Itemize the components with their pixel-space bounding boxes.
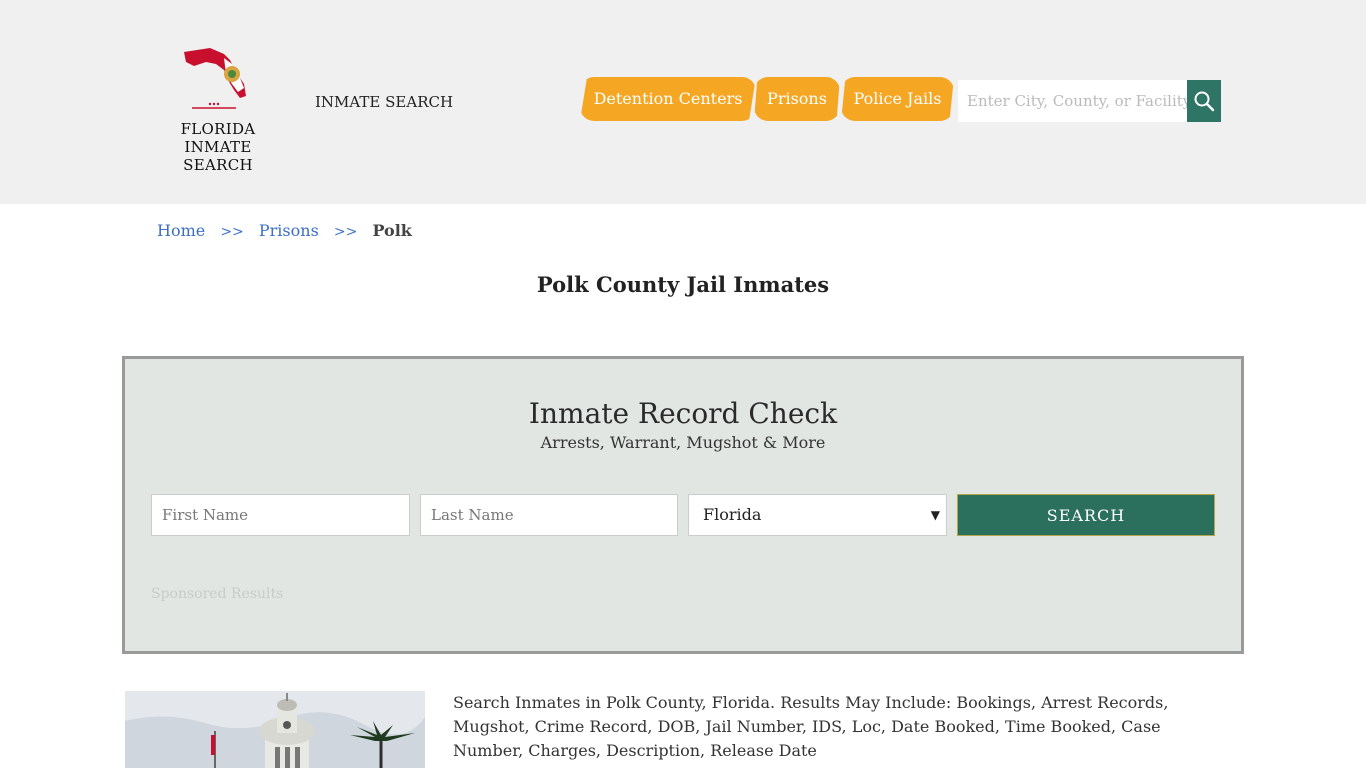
facility-search-input[interactable] (958, 80, 1188, 122)
panel-title: Inmate Record Check (528, 397, 838, 430)
page-title: Polk County Jail Inmates (536, 272, 830, 297)
chevron-down-icon: ▼ (930, 508, 940, 522)
logo-text: FLORIDA INMATE SEARCH (148, 120, 288, 174)
state-selected-value: Florida (703, 505, 762, 524)
site-logo[interactable]: FLORIDA INMATE SEARCH (148, 44, 288, 174)
magnifier-icon (1194, 91, 1215, 112)
record-search-button[interactable]: SEARCH (957, 494, 1215, 536)
state-select[interactable]: Florida ▼ (688, 494, 947, 536)
first-name-input[interactable] (151, 494, 410, 536)
courthouse-photo (125, 691, 425, 768)
florida-map-icon (184, 48, 246, 109)
logo-line2: INMATE SEARCH (183, 138, 253, 174)
last-name-input[interactable] (420, 494, 678, 536)
nav-police-jails[interactable]: Police Jails (841, 77, 954, 121)
panel-subtitle: Arrests, Warrant, Mugshot & More (540, 433, 826, 452)
breadcrumb-home[interactable]: Home (157, 221, 205, 240)
nav-prisons[interactable]: Prisons (754, 77, 840, 121)
facility-search-button[interactable] (1187, 80, 1221, 122)
breadcrumb-separator: >> (220, 224, 244, 240)
site-header: FLORIDA INMATE SEARCH INMATE SEARCH Dete… (0, 0, 1366, 204)
site-name-link[interactable]: INMATE SEARCH (315, 93, 453, 111)
logo-line1: FLORIDA (180, 120, 256, 138)
inmate-record-check-panel: Inmate Record Check Arrests, Warrant, Mu… (122, 356, 1244, 654)
breadcrumb: Home >> Prisons >> Polk (157, 221, 412, 240)
sponsored-results-label: Sponsored Results (151, 586, 284, 602)
breadcrumb-separator: >> (333, 224, 358, 240)
breadcrumb-prisons[interactable]: Prisons (259, 221, 319, 240)
nav-detention-centers[interactable]: Detention Centers (580, 77, 756, 121)
courthouse-image (125, 691, 425, 768)
county-description: Search Inmates in Polk County, Florida. … (453, 693, 1169, 760)
breadcrumb-current: Polk (372, 221, 412, 240)
